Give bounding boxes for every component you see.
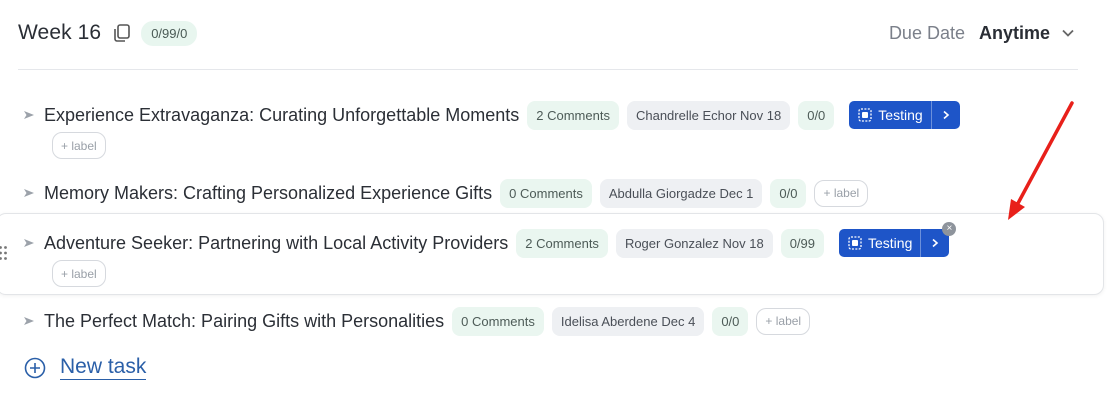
assignee-due-pill[interactable]: Roger Gonzalez Nov 18: [615, 228, 773, 258]
comments-pill[interactable]: 2 Comments: [527, 100, 619, 130]
status-icon: [848, 236, 862, 250]
comments-pill[interactable]: 2 Comments: [516, 228, 608, 258]
chevron-right-icon[interactable]: [932, 101, 960, 129]
assignee-due-pill[interactable]: Chandrelle Echor Nov 18: [626, 100, 791, 130]
remove-status-close-icon[interactable]: ×: [942, 222, 957, 236]
status-label: Testing: [868, 235, 913, 251]
due-date-label: Due Date: [888, 22, 965, 43]
new-task-label: New task: [60, 355, 147, 380]
subtask-ratio-pill: 0/0: [770, 178, 807, 208]
assignee-due-pill[interactable]: Abdulla Giorgadze Dec 1: [599, 178, 763, 208]
subtask-ratio-pill: 0/0: [798, 100, 835, 130]
task-title[interactable]: Adventure Seeker: Partnering with Local …: [44, 233, 508, 254]
copy-icon[interactable]: [111, 22, 133, 44]
task-title[interactable]: The Perfect Match: Pairing Gifts with Pe…: [44, 311, 444, 332]
task-row: Memory Makers: Crafting Personalized Exp…: [0, 178, 1112, 208]
expand-triangle-icon[interactable]: [23, 109, 35, 121]
expand-triangle-icon[interactable]: [23, 315, 35, 327]
subtask-ratio-pill: 0/0: [712, 306, 749, 336]
expand-triangle-icon[interactable]: [23, 237, 35, 249]
plus-circle-icon: [24, 357, 46, 378]
task-title[interactable]: Memory Makers: Crafting Personalized Exp…: [44, 183, 492, 204]
task-row: Adventure Seeker: Partnering with Local …: [0, 222, 1112, 287]
task-title[interactable]: Experience Extravaganza: Curating Unforg…: [44, 105, 519, 126]
new-task-button[interactable]: New task: [24, 355, 147, 380]
chevron-down-icon[interactable]: [1058, 23, 1078, 43]
add-label-button[interactable]: + label: [52, 132, 106, 159]
expand-triangle-icon[interactable]: [23, 187, 35, 199]
task-row: The Perfect Match: Pairing Gifts with Pe…: [0, 306, 1112, 336]
add-label-button[interactable]: + label: [814, 179, 869, 207]
task-row: Experience Extravaganza: Curating Unforg…: [0, 100, 1112, 159]
add-label-button[interactable]: + label: [52, 260, 106, 287]
comments-pill[interactable]: 0 Comments: [452, 306, 544, 336]
status-button[interactable]: Testing ×: [839, 222, 957, 257]
comments-pill[interactable]: 0 Comments: [500, 178, 592, 208]
week-header: Week 16 0/99/0 Due Date Anytime: [18, 14, 1078, 52]
week-title: Week 16: [18, 21, 102, 44]
status-button[interactable]: Testing: [849, 101, 960, 129]
week-count-badge: 0/99/0: [141, 20, 198, 46]
status-label: Testing: [878, 107, 923, 123]
add-label-button[interactable]: + label: [756, 307, 811, 335]
due-date-select[interactable]: Anytime: [979, 23, 1050, 44]
header-divider: [18, 69, 1078, 70]
assignee-due-pill[interactable]: Idelisa Aberdene Dec 4: [551, 306, 705, 336]
status-icon: [858, 108, 872, 122]
subtask-ratio-pill: 0/99: [780, 228, 824, 258]
